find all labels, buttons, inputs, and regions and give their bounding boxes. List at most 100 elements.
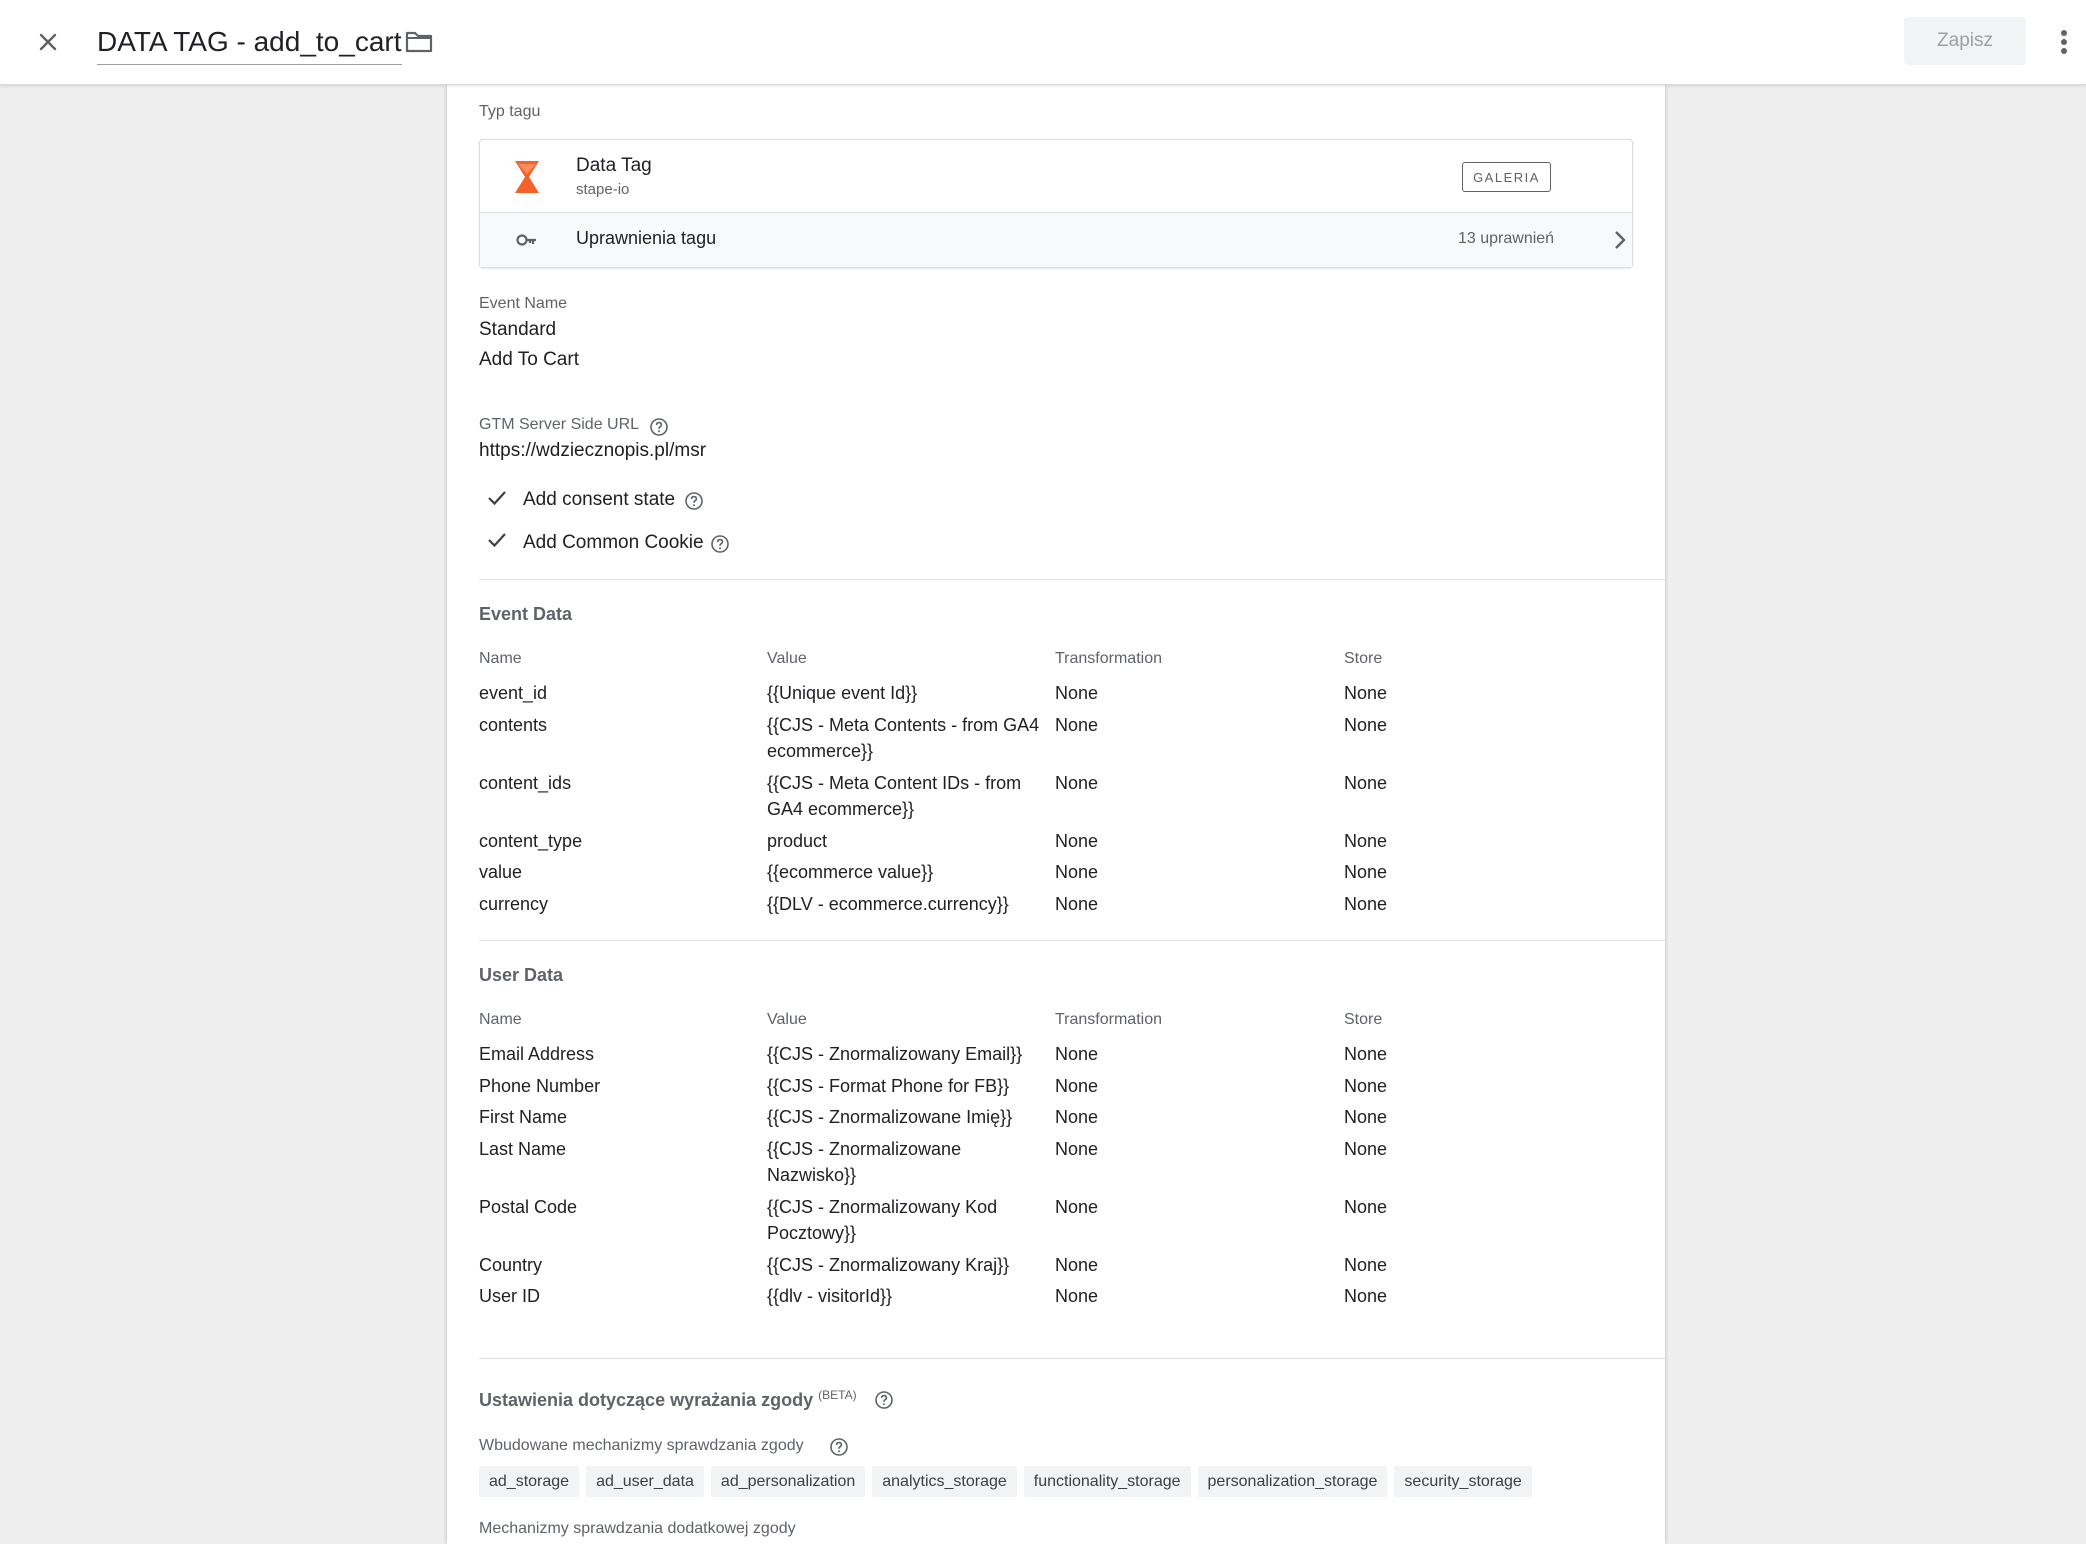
check-icon (488, 533, 506, 548)
help-icon[interactable] (649, 417, 669, 437)
cell-name: Country (479, 1254, 543, 1275)
table-row: value {{ecommerce value}} None None (479, 859, 1633, 891)
event-name-value: Add To Cart (479, 349, 579, 370)
user-data-title: User Data (479, 965, 564, 985)
help-icon[interactable] (684, 491, 704, 511)
cell-store: None (1344, 1286, 1388, 1306)
help-icon[interactable] (874, 1390, 894, 1410)
beta-badge: (BETA) (818, 1388, 857, 1402)
help-icon[interactable] (710, 534, 730, 554)
close-button[interactable] (28, 22, 68, 62)
cell-store: None (1344, 1107, 1388, 1127)
builtin-consent-chips: ad_storage ad_user_data ad_personalizati… (479, 1466, 1532, 1497)
column-header-store: Store (1344, 650, 1383, 667)
cell-store: None (1344, 683, 1388, 703)
cell-name: Postal Code (479, 1196, 578, 1217)
option-add-consent-state: Add consent state (523, 489, 676, 510)
folder-icon (405, 31, 433, 53)
more-options-button[interactable] (2050, 20, 2078, 64)
tag-type-vendor: stape-io (576, 181, 630, 198)
cell-transformation: None (1055, 1075, 1099, 1096)
cell-value: {{CJS - Znormalizowany Email}} (767, 1044, 1023, 1064)
cell-store: None (1344, 893, 1388, 914)
top-bar: DATA TAG - add_to_cart Zapisz (0, 0, 2086, 85)
cell-name: event_id (479, 683, 548, 703)
cell-transformation: None (1055, 1044, 1099, 1064)
cell-name: contents (479, 714, 548, 735)
tag-permissions-row[interactable]: Uprawnienia tagu 13 uprawnień (480, 213, 1632, 267)
divider (479, 579, 1665, 580)
cell-transformation: None (1055, 862, 1099, 882)
tag-type-card[interactable]: Data Tag stape-io GALERIA Uprawnienia ta… (479, 139, 1633, 268)
tag-type-header[interactable]: Data Tag stape-io GALERIA (480, 140, 1632, 213)
check-icon (488, 491, 506, 506)
cell-value: {{CJS - Format Phone for FB}} (767, 1075, 1010, 1096)
cell-name: Last Name (479, 1138, 567, 1159)
cell-store: None (1344, 862, 1388, 882)
cell-transformation: None (1055, 772, 1099, 793)
consent-chip: ad_storage (479, 1466, 580, 1497)
table-row: Email Address {{CJS - Znormalizowany Ema… (479, 1041, 1633, 1073)
cell-store: None (1344, 1254, 1388, 1275)
consent-chip: ad_personalization (710, 1466, 866, 1497)
cell-store: None (1344, 714, 1388, 735)
save-button[interactable]: Zapisz (1904, 17, 2026, 65)
cell-name: content_ids (479, 772, 572, 793)
event-data-table: Name Value Transformation Store event_id… (479, 649, 1633, 922)
cell-value: {{CJS - Znormalizowany Kraj}} (767, 1254, 1010, 1275)
cell-value: {{CJS - Znormalizowane Imię}} (767, 1107, 1013, 1127)
cell-value: {{dlv - visitorId}} (767, 1286, 893, 1306)
data-tag-icon (515, 161, 539, 193)
column-header-value: Value (767, 1011, 807, 1028)
column-header-name: Name (479, 650, 522, 667)
chevron-right-icon (1615, 231, 1626, 249)
consent-chip: analytics_storage (872, 1466, 1017, 1497)
tag-title[interactable]: DATA TAG - add_to_cart (97, 22, 402, 65)
tag-type-label: Typ tagu (479, 103, 541, 120)
event-name-type: Standard (479, 319, 557, 340)
cell-name: User ID (479, 1286, 541, 1306)
divider (479, 940, 1665, 941)
cell-transformation: None (1055, 683, 1099, 703)
server-url-value: https://wdziecznopis.pl/msr (479, 440, 707, 461)
cell-transformation: None (1055, 830, 1099, 851)
cell-store: None (1344, 1196, 1388, 1217)
cell-transformation: None (1055, 1254, 1099, 1275)
table-row: content_type product None None (479, 828, 1633, 860)
consent-settings-title-text: Ustawienia dotyczące wyrażania zgody (479, 1390, 814, 1410)
column-header-transformation: Transformation (1055, 1011, 1162, 1028)
gallery-button[interactable]: GALERIA (1462, 162, 1551, 192)
builtin-consent-label: Wbudowane mechanizmy sprawdzania zgody (479, 1437, 804, 1454)
column-header-store: Store (1344, 1011, 1383, 1028)
cell-name: value (479, 862, 523, 882)
table-row: content_ids {{CJS - Meta Content IDs - f… (479, 770, 1633, 828)
cell-name: currency (479, 893, 549, 914)
table-row: Country {{CJS - Znormalizowany Kraj}} No… (479, 1252, 1633, 1284)
additional-consent-label: Mechanizmy sprawdzania dodatkowej zgody (479, 1520, 796, 1537)
cell-value: {{CJS - Meta Contents - from GA4 ecommer… (767, 714, 1040, 762)
table-row: contents {{CJS - Meta Contents - from GA… (479, 712, 1633, 770)
help-icon[interactable] (829, 1437, 849, 1457)
cell-value: {{DLV - ecommerce.currency}} (767, 893, 1009, 914)
cell-value: product (767, 830, 828, 851)
cell-store: None (1344, 772, 1388, 793)
tag-type-name: Data Tag (576, 155, 652, 176)
cell-transformation: None (1055, 1286, 1099, 1306)
consent-settings-title: Ustawienia dotyczące wyrażania zgody (BE… (479, 1388, 857, 1411)
table-row: currency {{DLV - ecommerce.currency}} No… (479, 891, 1633, 923)
cell-transformation: None (1055, 714, 1099, 735)
consent-chip: functionality_storage (1023, 1466, 1191, 1497)
table-row: User ID {{dlv - visitorId}} None None (479, 1283, 1633, 1315)
server-url-label: GTM Server Side URL (479, 416, 640, 433)
table-row: event_id {{Unique event Id}} None None (479, 680, 1633, 712)
cell-store: None (1344, 1138, 1388, 1159)
permissions-label: Uprawnienia tagu (576, 228, 717, 248)
event-name-label: Event Name (479, 295, 568, 312)
key-icon (516, 234, 536, 246)
cell-name: content_type (479, 830, 583, 851)
table-header: Name Value Transformation Store (479, 1010, 1633, 1041)
table-header: Name Value Transformation Store (479, 649, 1633, 680)
folder-button[interactable] (402, 24, 436, 60)
column-header-transformation: Transformation (1055, 650, 1162, 667)
table-row: Phone Number {{CJS - Format Phone for FB… (479, 1073, 1633, 1105)
